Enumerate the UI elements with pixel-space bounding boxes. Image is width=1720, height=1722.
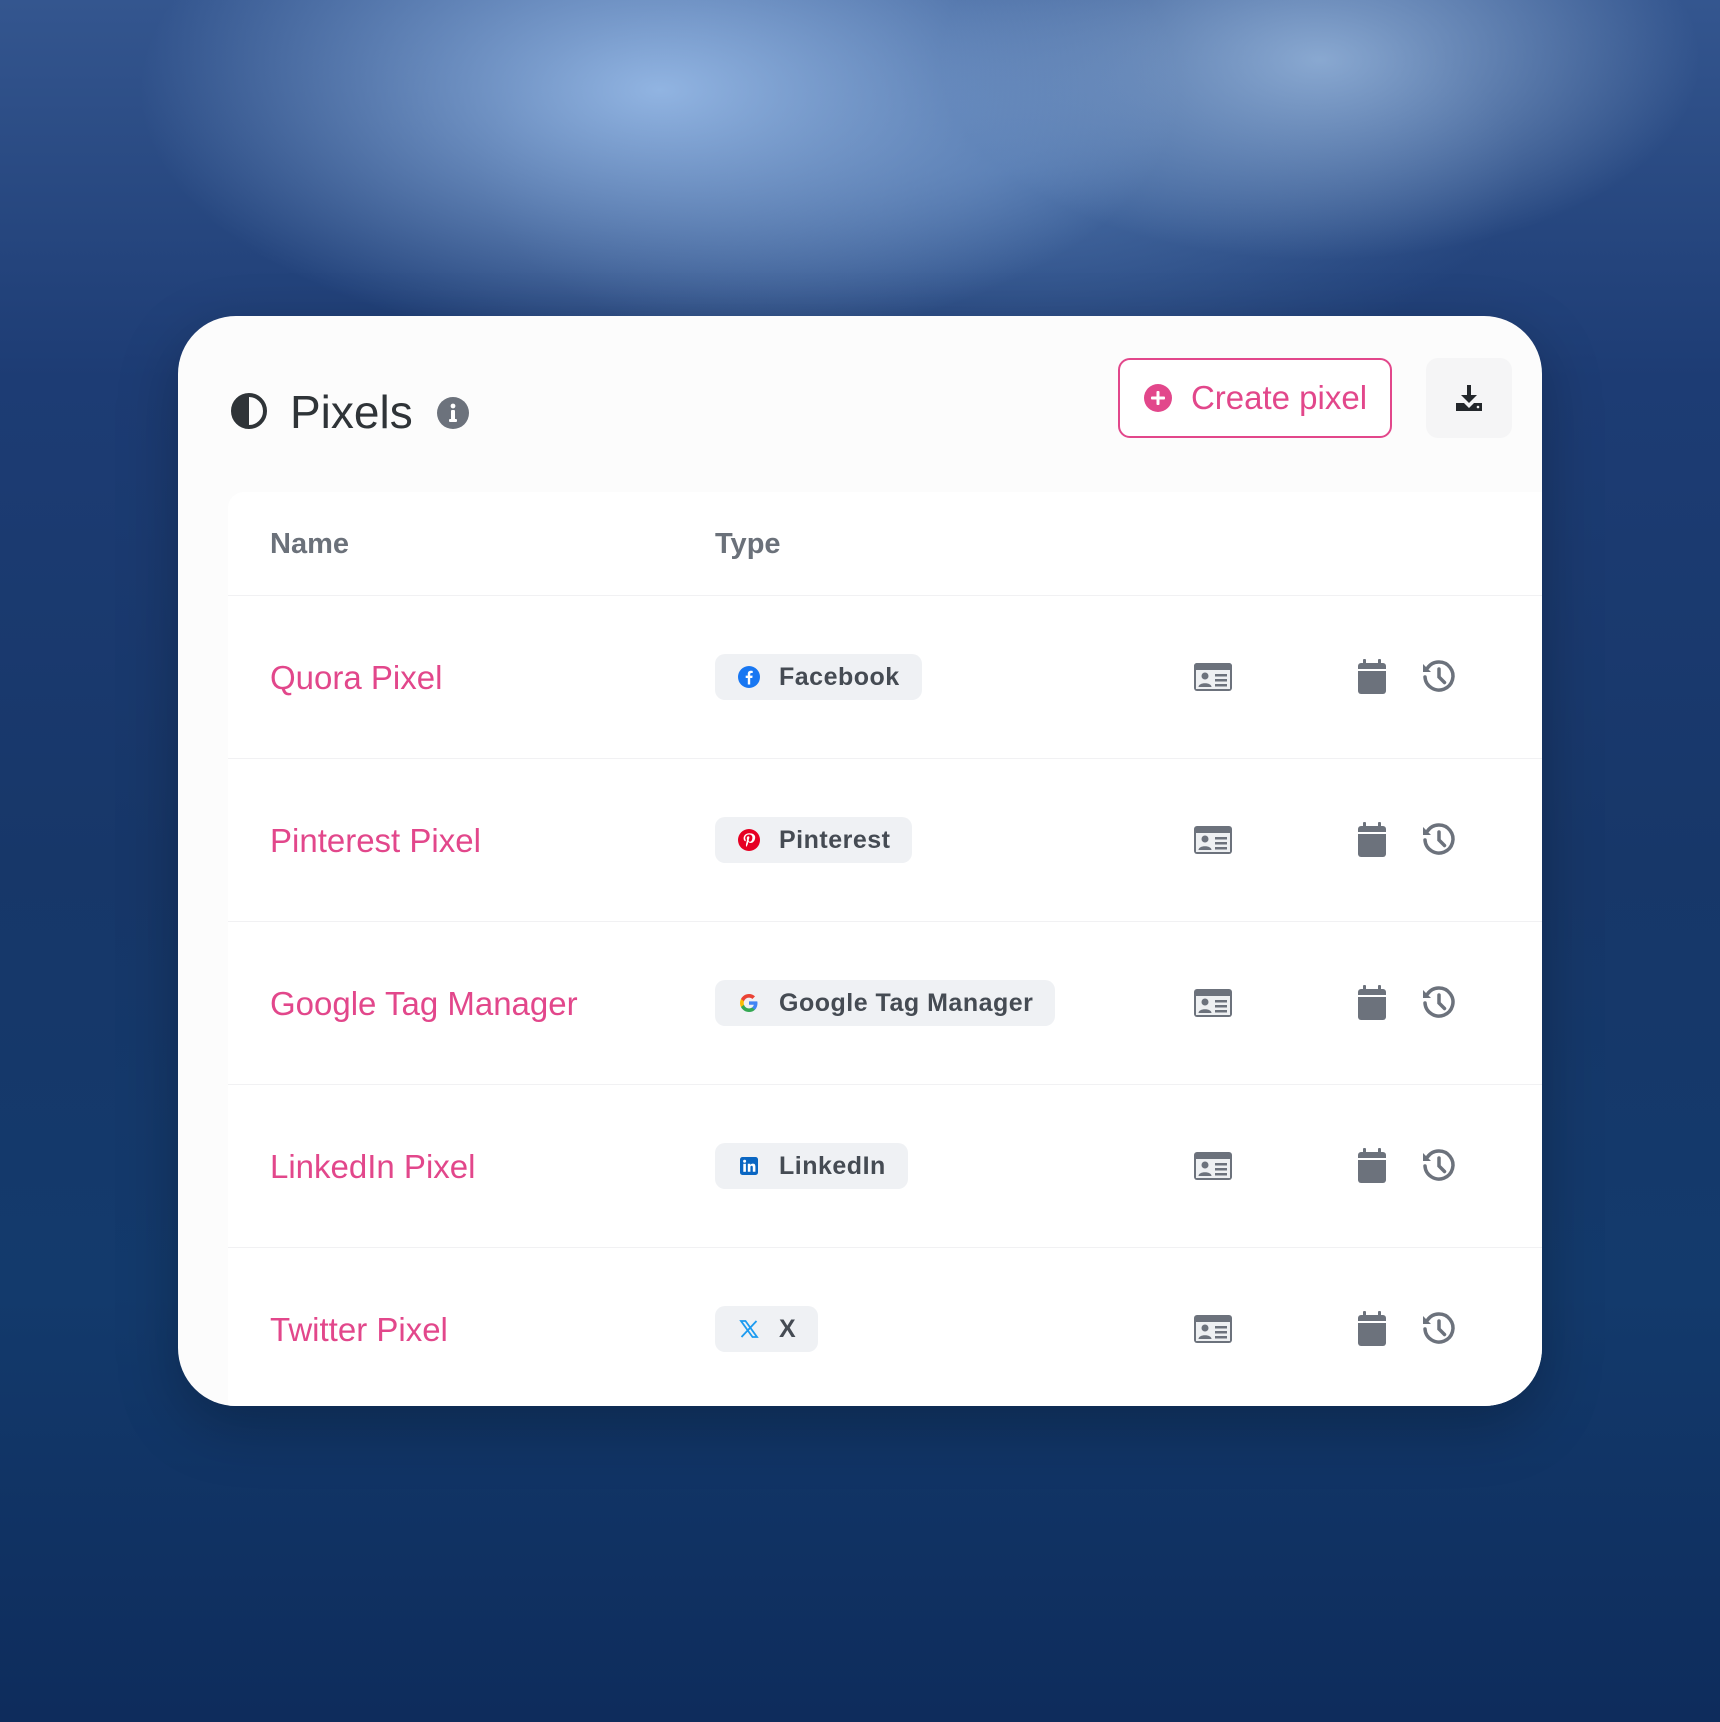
pixel-name-link[interactable]: Google Tag Manager — [270, 986, 578, 1022]
type-label: X — [779, 1314, 797, 1343]
card-header: Pixels Create pixel — [178, 316, 1542, 486]
plus-circle-icon — [1143, 384, 1172, 412]
pixels-card: Pixels Create pixel Name Type Quora Pixe… — [178, 316, 1542, 1406]
type-label: Facebook — [779, 662, 900, 691]
calendar-icon[interactable] — [1356, 1147, 1388, 1185]
calendar-icon[interactable] — [1356, 984, 1388, 1022]
history-icon[interactable] — [1420, 984, 1458, 1022]
history-icon[interactable] — [1420, 1310, 1458, 1348]
table-row: LinkedIn Pixel LinkedIn — [228, 1085, 1542, 1248]
pixel-name-link[interactable]: LinkedIn Pixel — [270, 1149, 475, 1185]
linkedin-icon — [740, 1157, 758, 1175]
history-icon[interactable] — [1420, 658, 1458, 696]
calendar-icon[interactable] — [1356, 821, 1388, 859]
x-twitter-icon — [739, 1320, 759, 1338]
download-icon — [1456, 385, 1482, 411]
page-title: Pixels — [290, 386, 413, 438]
table-row: Quora Pixel Facebook — [228, 596, 1542, 759]
info-circle-icon[interactable] — [436, 396, 470, 430]
history-icon[interactable] — [1420, 821, 1458, 859]
pixel-name-link[interactable]: Pinterest Pixel — [270, 823, 481, 859]
create-pixel-button[interactable]: Create pixel — [1118, 358, 1392, 438]
pixels-table: Name Type Quora Pixel Facebook Pinterest… — [228, 492, 1542, 1406]
column-header-type[interactable]: Type — [715, 528, 781, 561]
type-badge: X — [715, 1306, 819, 1352]
table-row: Twitter Pixel X — [228, 1248, 1542, 1406]
google-icon — [740, 994, 758, 1012]
id-card-icon[interactable] — [1193, 1310, 1233, 1348]
type-label: LinkedIn — [779, 1151, 886, 1180]
calendar-icon[interactable] — [1356, 1310, 1388, 1348]
id-card-icon[interactable] — [1193, 658, 1233, 696]
id-card-icon[interactable] — [1193, 1147, 1233, 1185]
facebook-icon — [738, 666, 760, 688]
pixel-name-link[interactable]: Quora Pixel — [270, 660, 442, 696]
create-pixel-label: Create pixel — [1190, 379, 1368, 416]
type-label: Pinterest — [779, 825, 891, 854]
download-button[interactable] — [1426, 358, 1512, 438]
calendar-icon[interactable] — [1356, 658, 1388, 696]
type-label: Google Tag Manager — [779, 988, 1034, 1017]
type-badge: Pinterest — [715, 817, 913, 863]
table-header: Name Type — [228, 492, 1542, 596]
id-card-icon[interactable] — [1193, 821, 1233, 859]
type-badge: LinkedIn — [715, 1143, 908, 1189]
pixel-name-link[interactable]: Twitter Pixel — [270, 1312, 448, 1348]
table-row: Google Tag Manager Google Tag Manager — [228, 922, 1542, 1085]
id-card-icon[interactable] — [1193, 984, 1233, 1022]
pinterest-icon — [738, 829, 760, 851]
type-badge: Facebook — [715, 654, 922, 700]
column-header-name[interactable]: Name — [270, 528, 349, 561]
adjust-half-circle-icon — [231, 393, 267, 429]
table-row: Pinterest Pixel Pinterest — [228, 759, 1542, 922]
history-icon[interactable] — [1420, 1147, 1458, 1185]
type-badge: Google Tag Manager — [715, 980, 1056, 1026]
